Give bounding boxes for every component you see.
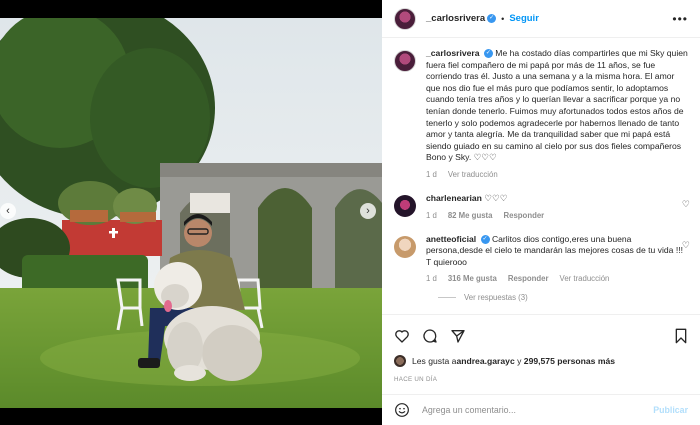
comment-username[interactable]: anetteoficial bbox=[426, 234, 476, 244]
comment-text: anetteoficial ✓ Carlitos dios contigo,er… bbox=[426, 234, 688, 269]
verified-icon: ✓ bbox=[483, 49, 493, 59]
likes-prefix: Les gusta a bbox=[412, 356, 457, 366]
comment-meta: 1 d 316 Me gusta Responder Ver traducció… bbox=[426, 274, 688, 283]
post-image bbox=[0, 18, 382, 408]
liker-username[interactable]: andrea.garayc bbox=[456, 356, 514, 366]
comment-time: 1 d bbox=[426, 210, 437, 220]
likes-summary: Les gusta a andrea.garayc y 299,575 pers… bbox=[394, 355, 688, 367]
next-photo-button[interactable]: › bbox=[360, 203, 376, 219]
comments-list: _carlosrivera ✓ Me ha costado días compa… bbox=[382, 38, 700, 314]
comment-item: charlenearian ♡♡♡ 1 d 82 Me gusta Respon… bbox=[394, 193, 690, 220]
see-translation-link[interactable]: Ver traducción bbox=[560, 274, 610, 283]
post-actions: Les gusta a andrea.garayc y 299,575 pers… bbox=[382, 314, 700, 383]
likes-count[interactable]: 299,575 personas más bbox=[524, 356, 615, 366]
liker-avatar[interactable] bbox=[394, 355, 406, 367]
reply-button[interactable]: Responder bbox=[508, 274, 549, 283]
heart-icon[interactable]: ♡ bbox=[682, 199, 690, 210]
comment-input[interactable]: Agrega un comentario... bbox=[422, 405, 653, 415]
likes-middle: y bbox=[514, 356, 524, 366]
comment-item: anetteoficial ✓ Carlitos dios contigo,er… bbox=[394, 234, 690, 283]
verified-icon: ✓ bbox=[487, 14, 497, 23]
author-username[interactable]: _carlosrivera bbox=[426, 13, 485, 24]
see-translation-link[interactable]: Ver traducción bbox=[448, 170, 498, 179]
more-options-icon[interactable]: ••• bbox=[672, 12, 688, 26]
comment-likes[interactable]: 316 Me gusta bbox=[448, 274, 497, 283]
follow-button[interactable]: Seguir bbox=[509, 13, 539, 24]
post-timestamp: HACE UN DÍA bbox=[394, 376, 438, 383]
comment-icon[interactable] bbox=[422, 328, 438, 344]
post-photo-area: ‹ › bbox=[0, 0, 382, 425]
caption-time: 1 d bbox=[426, 169, 437, 179]
post-photo bbox=[0, 18, 382, 408]
commenter-avatar[interactable] bbox=[394, 235, 416, 258]
caption-meta: 1 d Ver traducción bbox=[426, 170, 688, 179]
author-avatar[interactable] bbox=[394, 50, 416, 72]
comment-likes[interactable]: 82 Me gusta bbox=[448, 211, 493, 220]
view-replies-button[interactable]: Ver respuestas (3) bbox=[438, 293, 688, 302]
verified-icon: ✓ bbox=[480, 234, 490, 244]
comment-body: ♡♡♡ bbox=[484, 192, 508, 203]
comment-meta: 1 d 82 Me gusta Responder bbox=[426, 211, 688, 220]
replies-divider bbox=[438, 297, 456, 299]
previous-photo-button[interactable]: ‹ bbox=[0, 203, 16, 219]
caption: _carlosrivera ✓ Me ha costado días compa… bbox=[394, 48, 688, 179]
comment-time: 1 d bbox=[426, 274, 437, 284]
add-comment-bar: Agrega un comentario... Publicar bbox=[382, 394, 700, 425]
share-icon[interactable] bbox=[450, 328, 466, 344]
comment-text: charlenearian ♡♡♡ bbox=[426, 193, 688, 205]
separator-dot: • bbox=[501, 13, 505, 24]
reply-button[interactable]: Responder bbox=[503, 211, 544, 220]
commenter-avatar[interactable] bbox=[394, 194, 416, 217]
post-header: _carlosrivera ✓ • Seguir ••• bbox=[382, 0, 700, 38]
emoji-icon[interactable] bbox=[394, 402, 410, 418]
caption-username[interactable]: _carlosrivera bbox=[426, 48, 480, 58]
view-replies-label: Ver respuestas (3) bbox=[464, 293, 528, 303]
post-panel: _carlosrivera ✓ • Seguir ••• _carlosrive… bbox=[382, 0, 700, 425]
heart-icon[interactable] bbox=[394, 328, 410, 344]
heart-icon[interactable]: ♡ bbox=[682, 240, 690, 251]
caption-text: _carlosrivera ✓ Me ha costado días compa… bbox=[426, 48, 688, 164]
bookmark-icon[interactable] bbox=[674, 328, 688, 344]
comment-username[interactable]: charlenearian bbox=[426, 193, 482, 203]
author-avatar[interactable] bbox=[394, 7, 416, 30]
post-comment-button[interactable]: Publicar bbox=[653, 405, 688, 415]
caption-body: Me ha costado días compartirles que mi S… bbox=[426, 48, 688, 163]
